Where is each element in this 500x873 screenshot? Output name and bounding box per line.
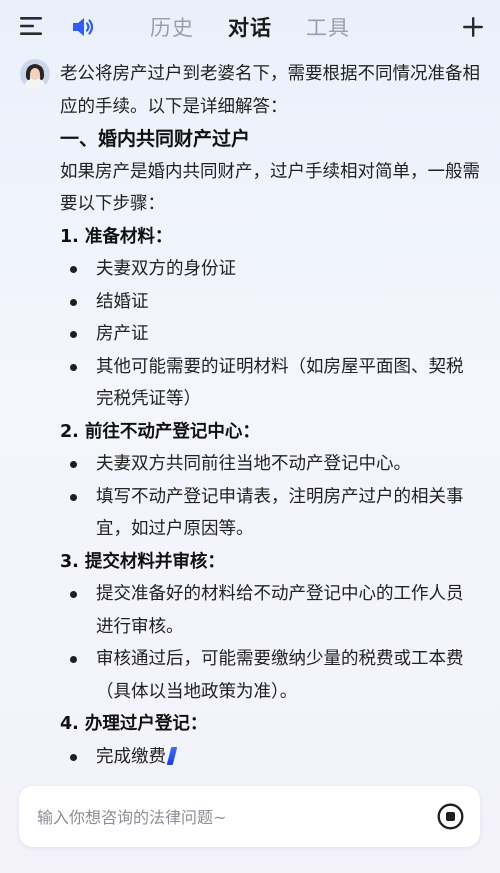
list-item-text: 审核通过后，可能需要缴纳少量的税费或工本费（具体以当地政策为准）。 — [96, 649, 464, 702]
list-item-text: 填写不动产登记申请表，注明房产过户的相关事宜，如过户原因等。 — [96, 486, 464, 540]
list-item: 夫妻双方的身份证 — [68, 253, 480, 286]
list-item: 提交准备好的材料给不动产登记中心的工作人员进行审核。 — [68, 578, 480, 643]
section-title: 一、婚内共同财产过户 — [60, 128, 251, 150]
menu-icon[interactable] — [20, 15, 44, 37]
list-item: 完成缴费 — [68, 741, 480, 774]
bullet-dot-icon — [70, 363, 77, 371]
typing-cursor-icon — [166, 746, 178, 765]
answer-intro: 老公将房产过户到老婆名下，需要根据不同情况准备相应的手续。以下是详细解答： — [60, 64, 480, 117]
bullet-dot-icon — [70, 331, 77, 338]
step-title: 3. 提交材料并审核： — [60, 551, 225, 572]
top-bar: 历史 对话 工具 — [0, 0, 500, 52]
tab-tools[interactable]: 工具 — [306, 12, 350, 42]
bullet-dot-icon — [70, 591, 77, 598]
bullet-dot-icon — [70, 753, 77, 761]
step-title: 4. 办理过户登记： — [60, 714, 208, 734]
tab-chat[interactable]: 对话 — [228, 12, 272, 42]
speaker-icon[interactable] — [70, 14, 96, 40]
bullet-dot-icon — [70, 493, 77, 501]
bullet-dot-icon — [70, 656, 77, 663]
question-input[interactable] — [35, 786, 419, 849]
step-title: 2. 前往不动产登记中心： — [60, 421, 260, 442]
list-item-text: 结婚证 — [96, 291, 149, 312]
answer-message: 老公将房产过户到老婆名下，需要根据不同情况准备相应的手续。以下是详细解答： 一、… — [60, 58, 480, 773]
bullet-dot-icon — [70, 461, 77, 468]
avatar — [20, 59, 50, 89]
list-item: 其他可能需要的证明材料（如房屋平面图、契税完税凭证等） — [68, 351, 480, 416]
list-item: 审核通过后，可能需要缴纳少量的税费或工本费（具体以当地政策为准）。 — [68, 643, 480, 708]
list-item-text: 完成缴费 — [96, 746, 166, 767]
list-item-text: 其他可能需要的证明材料（如房屋平面图、契税完税凭证等） — [96, 356, 464, 410]
list-item-text: 夫妻双方共同前往当地不动产登记中心。 — [96, 454, 411, 474]
list-item: 填写不动产登记申请表，注明房产过户的相关事宜，如过户原因等。 — [68, 481, 480, 546]
tab-bar: 历史 对话 工具 — [150, 10, 350, 44]
list-item: 夫妻双方共同前往当地不动产登记中心。 — [68, 448, 480, 481]
step-title: 1. 准备材料： — [60, 226, 173, 247]
avatar-portrait-icon — [20, 59, 50, 89]
tab-history[interactable]: 历史 — [150, 12, 194, 42]
chat-input-bar — [19, 786, 480, 849]
bullet-dot-icon — [70, 298, 77, 306]
list-item-text: 房产证 — [96, 324, 149, 344]
list-item-text: 提交准备好的材料给不动产登记中心的工作人员进行审核。 — [96, 584, 464, 637]
stop-icon[interactable] — [437, 803, 464, 830]
list-item: 房产证 — [68, 318, 480, 351]
section-intro: 如果房产是婚内共同财产，过户手续相对简单，一般需要以下步骤： — [60, 161, 480, 215]
list-item: 结婚证 — [68, 286, 480, 319]
list-item-text: 夫妻双方的身份证 — [96, 259, 236, 279]
plus-icon[interactable] — [460, 14, 486, 40]
bullet-dot-icon — [70, 266, 77, 273]
